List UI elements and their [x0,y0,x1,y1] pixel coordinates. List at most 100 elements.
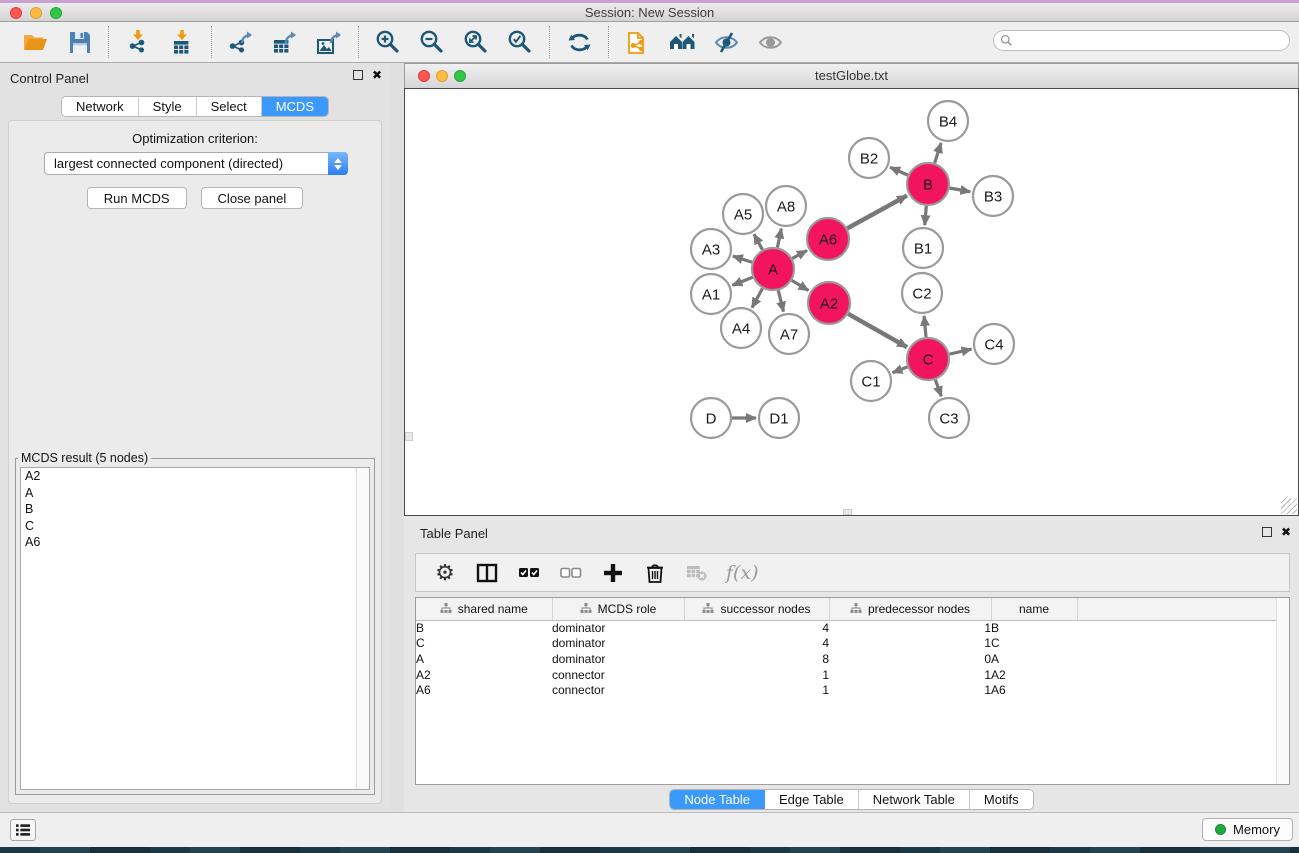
edge-B-B1[interactable] [925,206,926,225]
table-scrollbar[interactable] [1276,598,1289,784]
edge-A-A8[interactable] [777,229,781,248]
cell-successor-nodes[interactable]: 1 [684,682,829,698]
bottom-splitter-handle[interactable] [843,509,852,515]
home-icon[interactable] [667,27,697,57]
node-C2[interactable]: C2 [902,273,942,313]
tab-style[interactable]: Style [139,97,197,116]
cell-predecessor-nodes[interactable]: 1 [829,636,991,652]
cell-MCDS-role[interactable]: connector [552,667,684,683]
import-network-icon[interactable] [123,27,153,57]
cell-predecessor-nodes[interactable]: 0 [829,651,991,667]
export-network-icon[interactable] [226,27,256,57]
import-table-icon[interactable] [167,27,197,57]
edge-B-B2[interactable] [890,167,908,175]
unselect-all-icon[interactable] [558,560,584,586]
select-all-icon[interactable] [516,560,542,586]
edge-A-A5[interactable] [754,234,762,249]
close-panel-icon[interactable]: ✖ [372,70,382,80]
task-history-button[interactable] [10,819,36,841]
refresh-icon[interactable] [564,27,594,57]
network-window-titlebar[interactable]: testGlobe.txt [404,63,1299,88]
edge-A6-B[interactable] [847,196,907,229]
edge-C-C4[interactable] [949,349,971,354]
node-C1[interactable]: C1 [851,361,891,401]
node-B[interactable]: B [907,163,949,205]
zoom-out-icon[interactable] [417,27,447,57]
export-image-icon[interactable] [314,27,344,57]
cell-successor-nodes[interactable]: 1 [684,667,829,683]
save-session-icon[interactable] [64,27,94,57]
node-A4[interactable]: A4 [721,308,761,348]
memory-button[interactable]: Memory [1202,818,1293,841]
cell-shared-name[interactable]: C [416,636,552,652]
mcds-result-list[interactable]: A2ABCA6 [20,467,370,790]
cell-predecessor-nodes[interactable]: 1 [829,667,991,683]
tab-node-table[interactable]: Node Table [670,790,765,809]
table-row[interactable]: Adominator80A [416,651,1289,667]
zoom-in-icon[interactable] [373,27,403,57]
edge-C-C3[interactable] [935,380,941,397]
cell-name[interactable]: C [991,636,1077,652]
cell-successor-nodes[interactable]: 4 [684,620,829,636]
cell-MCDS-role[interactable]: dominator [552,620,684,636]
edge-B-B4[interactable] [935,143,941,163]
edge-A-A6[interactable] [792,250,807,258]
edge-A-A3[interactable] [733,256,752,262]
column-header-shared-name[interactable]: shared name [416,598,552,620]
function-builder-icon[interactable]: f(x) [726,562,759,584]
run-mcds-button[interactable]: Run MCDS [87,187,187,209]
cell-predecessor-nodes[interactable]: 1 [829,620,991,636]
network-canvas[interactable]: B4B2BB3A5A8A6A3AB1A1C2A4A7A2C4CC1C3DD1 [404,88,1299,516]
cell-predecessor-nodes[interactable]: 1 [829,682,991,698]
close-panel-button[interactable]: Close panel [201,187,304,209]
edge-A-A4[interactable] [752,288,763,307]
zoom-selected-icon[interactable] [505,27,535,57]
edge-C-C2[interactable] [924,316,926,337]
tab-edge-table[interactable]: Edge Table [765,790,859,809]
cell-name[interactable]: A [991,651,1077,667]
cell-MCDS-role[interactable]: dominator [552,651,684,667]
tab-motifs[interactable]: Motifs [970,790,1033,809]
cell-successor-nodes[interactable]: 4 [684,636,829,652]
node-B4[interactable]: B4 [928,101,968,141]
node-A5[interactable]: A5 [723,194,763,234]
cell-shared-name[interactable]: A2 [416,667,552,683]
gear-icon[interactable]: ⚙ [432,560,458,586]
table-row[interactable]: A2connector11A2 [416,667,1289,683]
window-titlebar[interactable]: Session: New Session [0,0,1299,22]
node-D[interactable]: D [691,398,731,438]
node-A8[interactable]: A8 [766,186,806,226]
cell-shared-name[interactable]: B [416,620,552,636]
node-A3[interactable]: A3 [691,229,731,269]
edge-A-A7[interactable] [778,290,783,311]
node-B1[interactable]: B1 [903,228,943,268]
table-close-panel-icon[interactable]: ✖ [1281,527,1291,537]
node-A[interactable]: A [752,248,794,290]
node-D1[interactable]: D1 [759,398,799,438]
node-A7[interactable]: A7 [769,314,809,354]
edge-A2-C[interactable] [848,314,907,347]
node-C3[interactable]: C3 [929,398,969,438]
delete-icon[interactable] [642,560,668,586]
cell-name[interactable]: B [991,620,1077,636]
search-box[interactable] [993,30,1290,51]
zoom-fit-icon[interactable] [461,27,491,57]
cell-shared-name[interactable]: A6 [416,682,552,698]
criterion-dropdown[interactable]: largest connected component (directed) [44,152,348,175]
tab-select[interactable]: Select [197,97,262,116]
tab-network[interactable]: Network [62,97,139,116]
edge-A-A2[interactable] [792,280,809,290]
add-icon[interactable] [600,560,626,586]
node-B2[interactable]: B2 [849,138,889,178]
table-float-panel-icon[interactable] [1262,527,1272,537]
table-row[interactable]: Cdominator41C [416,636,1289,652]
cell-MCDS-role[interactable]: connector [552,682,684,698]
float-panel-icon[interactable] [353,70,363,80]
cell-successor-nodes[interactable]: 8 [684,651,829,667]
table-row[interactable]: A6connector11A6 [416,682,1289,698]
column-header-successor-nodes[interactable]: successor nodes [684,598,829,620]
panel-splitter[interactable] [390,63,404,812]
column-header-predecessor-nodes[interactable]: predecessor nodes [829,598,991,620]
edge-C-C1[interactable] [892,367,907,373]
cell-shared-name[interactable]: A [416,651,552,667]
